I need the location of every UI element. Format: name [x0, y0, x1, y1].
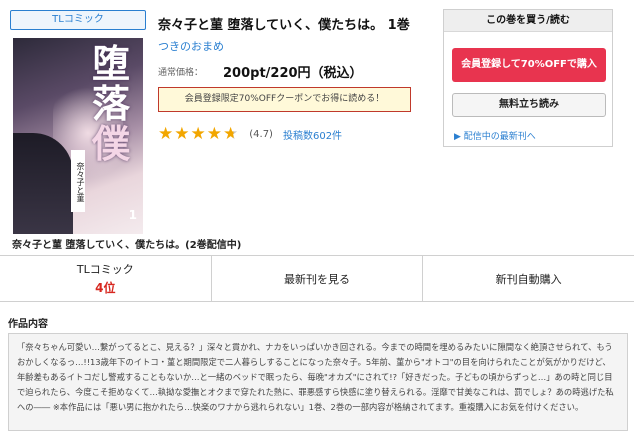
- star-icon: ★: [206, 124, 222, 144]
- cover-author-band: 奈々子と菫: [71, 150, 85, 212]
- buy-panel: この巻を買う/読む 会員登録して70%OFFで購入 無料立ち読み ▶ 配信中の最…: [443, 9, 613, 147]
- cover-area: TLコミック 堕落 僕 奈々子と菫 1: [10, 10, 148, 234]
- rating-row: ★ ★ ★ ★ ★ (4.7) 投稿数602件: [158, 126, 434, 143]
- star-icon: ★: [174, 124, 190, 144]
- genre-tag[interactable]: TLコミック: [10, 10, 146, 30]
- description-heading: 作品内容: [8, 319, 48, 330]
- latest-volume-button[interactable]: 最新刊を見る: [212, 256, 424, 301]
- review-count-link[interactable]: 投稿数602件: [283, 127, 342, 142]
- description-text: 「奈々ちゃん可愛い…繋がってるとこ、見える？」深々と貫かれ、ナカをいっぱいかき回…: [8, 333, 628, 431]
- ranking-cell[interactable]: TLコミック 4位: [0, 256, 212, 301]
- series-title[interactable]: 奈々子と菫 堕落していく、僕たちは。(2巻配信中): [12, 236, 241, 251]
- star-partial-icon: ★: [223, 124, 239, 144]
- free-trial-button[interactable]: 無料立ち読み: [452, 93, 606, 117]
- author-link[interactable]: つきのおまめ: [158, 38, 434, 54]
- buy-panel-header: この巻を買う/読む: [444, 10, 612, 32]
- register-buy-button[interactable]: 会員登録して70%OFFで購入: [452, 48, 606, 82]
- star-icon: ★: [190, 124, 206, 144]
- coupon-banner[interactable]: 会員登録限定70%OFFクーポンでお得に読める！: [158, 87, 411, 112]
- ranking-value: 4位: [95, 281, 116, 295]
- auto-buy-button[interactable]: 新刊自動購入: [423, 256, 634, 301]
- book-title: 奈々子と菫 堕落していく、僕たちは。 1巻: [158, 18, 410, 33]
- cover-figure: [13, 133, 73, 234]
- latest-volume-link[interactable]: ▶ 配信中の最新刊へ: [454, 129, 536, 142]
- price-label: 通常価格：: [158, 68, 204, 78]
- action-bar: TLコミック 4位 最新刊を見る 新刊自動購入: [0, 255, 634, 302]
- cover-title-art: 堕落 僕: [91, 41, 130, 166]
- cover-volume: 1: [128, 208, 137, 222]
- star-icon: ★: [158, 124, 174, 144]
- rating-value: (4.7): [249, 129, 273, 140]
- cover-image[interactable]: 堕落 僕 奈々子と菫 1: [13, 38, 143, 234]
- price-value: 200pt/220円（税込）: [223, 66, 363, 81]
- ranking-label: TLコミック: [76, 263, 134, 276]
- price-row: 通常価格： 200pt/220円（税込）: [158, 62, 434, 81]
- book-info: 奈々子と菫 堕落していく、僕たちは。 1巻 つきのおまめ 通常価格： 200pt…: [158, 14, 434, 143]
